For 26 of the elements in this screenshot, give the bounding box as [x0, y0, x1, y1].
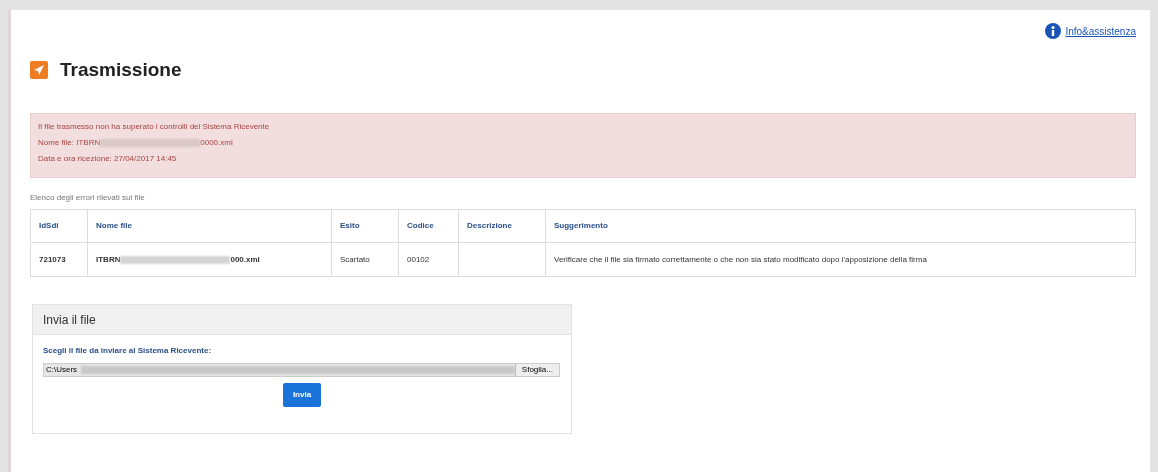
browse-button[interactable]: Sfoglia...	[514, 364, 559, 376]
submit-button[interactable]: Invia	[283, 383, 321, 407]
column-header: Suggerimento	[545, 209, 1136, 243]
file-chooser-label: Scegli il file da inviare al Sistema Ricevente:	[43, 345, 213, 357]
page-title: Trasmissione	[60, 57, 182, 82]
table-cell: 00102	[398, 242, 459, 277]
file-name-suffix: 000.xml	[230, 253, 260, 266]
alert-message: Il file trasmesso non ha superato i controlli del Sistema Ricevente	[38, 121, 271, 133]
file-input-field[interactable]: C:\Users Sfoglia...	[43, 363, 560, 377]
file-name-label: Nome file: ITBRN	[38, 137, 101, 149]
column-header: Descrizione	[458, 209, 546, 243]
reception-date: Data e ora ricezione: 27/04/2017 14:45	[38, 153, 178, 165]
table-caption: Elenco degli errori rilevati sul file	[30, 192, 146, 204]
column-header: Codice	[398, 209, 459, 243]
info-icon	[1045, 23, 1062, 39]
table-cell: Verificare che il file sia firmato correttamente o che non sia stato modificato dopo l'apposizione della firma	[545, 242, 1136, 277]
file-name-suffix: 0000.xml	[200, 137, 233, 149]
column-header: IdSdi	[30, 209, 88, 243]
column-header: Nome file	[87, 209, 332, 243]
help-link[interactable]: Info&assistenza	[1045, 22, 1136, 40]
file-name-prefix: ITBRN	[96, 253, 121, 266]
column-header: Esito	[331, 209, 399, 243]
panel-title: Invia il file	[43, 311, 96, 329]
table-cell: 721073	[30, 242, 88, 277]
table-cell: Scartato	[331, 242, 399, 277]
paper-plane-icon	[30, 61, 48, 79]
